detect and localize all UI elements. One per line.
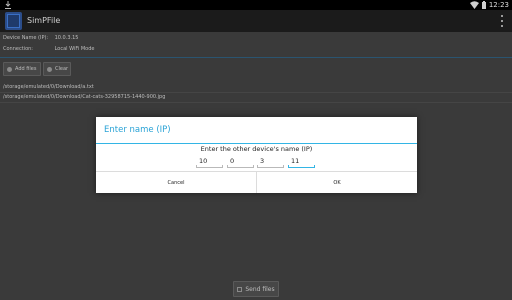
clear-icon bbox=[47, 66, 52, 72]
ip-octet-1-input[interactable]: 10 bbox=[196, 156, 223, 168]
device-name-value: 10.0.3.15 bbox=[54, 35, 79, 41]
clock: 12:23 bbox=[488, 1, 509, 9]
add-icon bbox=[7, 66, 12, 72]
overflow-menu-icon[interactable] bbox=[500, 15, 504, 27]
cancel-button[interactable]: Cancel bbox=[96, 172, 256, 193]
add-files-label: Add files bbox=[15, 66, 37, 72]
send-icon bbox=[237, 286, 243, 292]
battery-icon bbox=[481, 1, 486, 9]
connection-label: Connection: bbox=[3, 46, 33, 52]
dialog-title-divider bbox=[96, 143, 417, 144]
divider bbox=[0, 57, 512, 58]
app-title: SimPFile bbox=[27, 16, 61, 25]
send-files-button[interactable]: Send files bbox=[233, 281, 279, 297]
app-icon bbox=[5, 12, 22, 30]
clear-label: Clear bbox=[55, 66, 69, 72]
send-files-label: Send files bbox=[245, 285, 275, 293]
status-bar: 12:23 bbox=[0, 0, 512, 10]
connection-row: Connection: Local WiFi Mode bbox=[3, 46, 94, 53]
wifi-icon bbox=[469, 1, 479, 9]
dialog-title: Enter name (IP) bbox=[104, 125, 171, 135]
list-divider bbox=[0, 102, 512, 103]
clear-button[interactable]: Clear bbox=[43, 62, 71, 76]
dialog-prompt: Enter the other device's name (IP) bbox=[200, 145, 313, 153]
status-right: 12:23 bbox=[469, 0, 509, 10]
action-bar bbox=[0, 10, 512, 32]
enter-ip-dialog: Enter name (IP) Enter the other device's… bbox=[96, 117, 417, 193]
list-item[interactable]: /storage/emulated/0/Download/a.txt bbox=[3, 84, 94, 91]
dialog-button-bar: Cancel OK bbox=[96, 171, 417, 193]
ip-octet-3-input[interactable]: 3 bbox=[257, 156, 284, 168]
add-files-button[interactable]: Add files bbox=[3, 62, 41, 76]
download-icon bbox=[5, 1, 11, 9]
ip-octet-2-input[interactable]: 0 bbox=[227, 156, 254, 168]
device-name-row: Device Name (IP): 10.0.3.15 bbox=[3, 35, 78, 42]
list-item[interactable]: /storage/emulated/0/Download/Cat-cats-32… bbox=[3, 94, 165, 101]
list-divider bbox=[0, 92, 512, 93]
device-name-label: Device Name (IP): bbox=[3, 35, 49, 41]
ok-button[interactable]: OK bbox=[256, 172, 417, 193]
ip-octet-4-input[interactable]: 11 bbox=[288, 156, 315, 168]
connection-value: Local WiFi Mode bbox=[54, 46, 95, 52]
